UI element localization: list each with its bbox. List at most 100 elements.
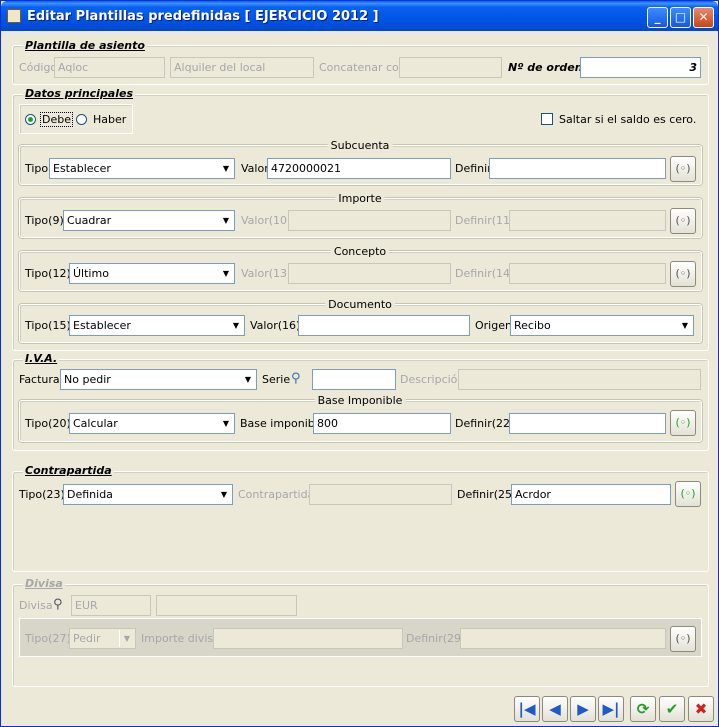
debe-radio[interactable] (25, 114, 36, 125)
concatenar-label: Concatenar con (319, 61, 406, 74)
factura-label: Factura (19, 373, 60, 386)
contra-tipo-select[interactable]: Definida ▼ (63, 484, 233, 505)
cancel-button[interactable]: ✖ (688, 696, 714, 722)
importe-definir-label: Definir(11) (455, 214, 515, 227)
concepto-definir-button[interactable]: (◦) (670, 261, 696, 287)
concepto-valor-field[interactable] (288, 263, 451, 284)
subcuenta-valor-field[interactable]: 4720000021 (267, 158, 451, 179)
contra-definir-label: Definir(25) (457, 488, 517, 501)
contrapartida-field[interactable] (309, 484, 452, 505)
chevron-down-icon[interactable]: ▼ (218, 212, 233, 229)
base-definir-button[interactable]: (◦) (670, 410, 696, 436)
function-icon: (◦) (675, 214, 691, 227)
documento-tipo-value: Establecer (73, 319, 131, 332)
cross-icon: ✖ (694, 700, 708, 718)
chevron-down-icon[interactable]: ▼ (218, 265, 233, 282)
subcuenta-tipo-label: Tipo (25, 162, 49, 175)
serie-field[interactable] (312, 369, 396, 390)
concepto-tipo-value: Último (73, 267, 109, 280)
base-imponible-field[interactable]: 800 (313, 413, 451, 434)
close-button[interactable]: ✕ (693, 7, 714, 28)
last-arrow-icon: ▶| (602, 700, 620, 718)
last-record-button[interactable]: ▶| (598, 696, 624, 722)
chevron-down-icon[interactable]: ▼ (228, 317, 243, 334)
documento-valor-field[interactable] (298, 315, 470, 336)
concepto-valor-label: Valor(13) (241, 267, 292, 280)
function-icon: (◦) (675, 267, 691, 280)
documento-origen-value: Recibo (514, 319, 551, 332)
base-tipo-select[interactable]: Calcular ▼ (69, 413, 235, 434)
magnifier-icon[interactable]: ⚲ (291, 371, 301, 386)
iva-title: I.V.A. (23, 352, 60, 365)
plantilla-title: Plantilla de asiento (23, 39, 147, 52)
chevron-down-icon[interactable]: ▼ (218, 160, 233, 177)
main-window: Editar Plantillas predefinidas [ EJERCIC… (0, 0, 719, 727)
importe-title: Importe (335, 192, 385, 205)
base-definir-field[interactable] (509, 413, 666, 434)
previous-record-button[interactable]: ◀ (542, 696, 568, 722)
maximize-button[interactable]: □ (670, 7, 691, 28)
divisa-desc-field[interactable] (156, 595, 297, 616)
divisa-field[interactable]: EUR (71, 595, 151, 616)
documento-origen-label: Origen (475, 319, 512, 332)
concepto-tipo-label: Tipo(12) (25, 267, 71, 280)
chevron-down-icon[interactable]: ▼ (119, 630, 134, 647)
subcuenta-definir-button[interactable]: (◦) (670, 156, 696, 182)
contra-definir-button[interactable]: (◦) (675, 481, 701, 507)
concepto-tipo-select[interactable]: Último ▼ (69, 263, 235, 284)
first-record-button[interactable]: |◀ (514, 696, 540, 722)
subcuenta-tipo-select[interactable]: Establecer ▼ (49, 158, 235, 179)
subcuenta-tipo-value: Establecer (53, 162, 111, 175)
debe-label[interactable]: Debe (40, 112, 73, 127)
title-bar[interactable]: Editar Plantillas predefinidas [ EJERCIC… (1, 1, 718, 31)
documento-tipo-select[interactable]: Establecer ▼ (69, 315, 245, 336)
window-title: Editar Plantillas predefinidas [ EJERCIC… (27, 9, 379, 24)
concatenar-field[interactable] (399, 57, 502, 78)
divisa-definir-label: Definir(29) (406, 632, 466, 645)
divisa-title: Divisa (23, 577, 65, 590)
divisa-definir-field[interactable] (460, 628, 666, 649)
importe-divisa-field[interactable] (213, 628, 403, 649)
importe-tipo-select[interactable]: Cuadrar ▼ (63, 210, 235, 231)
concepto-title: Concepto (330, 245, 390, 258)
haber-radio[interactable] (76, 114, 87, 125)
importe-definir-field[interactable] (509, 210, 666, 231)
descripcion-label: Descripción (400, 373, 465, 386)
descripcion-iva-field[interactable] (458, 369, 701, 390)
divisa-tipo-label: Tipo(27) (25, 632, 71, 645)
accept-button[interactable]: ✔ (659, 696, 685, 722)
divisa-definir-button[interactable]: (◦) (670, 626, 696, 652)
chevron-down-icon[interactable]: ▼ (677, 317, 692, 334)
concepto-definir-field[interactable] (509, 263, 666, 284)
contra-definir-field[interactable]: Acrdor (511, 484, 671, 505)
divisa-tipo-select[interactable]: Pedir ▼ (69, 628, 136, 649)
codigo-label: Código (19, 61, 58, 74)
importe-definir-button[interactable]: (◦) (670, 208, 696, 234)
orden-field[interactable]: 3 (580, 57, 701, 78)
chevron-down-icon[interactable]: ▼ (216, 486, 231, 503)
chevron-down-icon[interactable]: ▼ (240, 371, 255, 388)
chevron-down-icon[interactable]: ▼ (218, 415, 233, 432)
importe-valor-field[interactable] (288, 210, 451, 231)
saltar-checkbox[interactable] (541, 113, 553, 125)
refresh-button[interactable]: ⟳ (630, 696, 656, 722)
documento-title: Documento (325, 298, 395, 311)
factura-value: No pedir (64, 373, 111, 386)
datos-title: Datos principales (23, 87, 136, 100)
codigo-field[interactable]: Aqloc (54, 57, 165, 78)
refresh-icon: ⟳ (636, 700, 650, 718)
documento-origen-select[interactable]: Recibo ▼ (510, 315, 694, 336)
subcuenta-definir-field[interactable] (489, 158, 666, 179)
function-icon: (◦) (675, 632, 691, 645)
haber-label[interactable]: Haber (93, 113, 126, 126)
magnifier-icon[interactable]: ⚲ (53, 597, 63, 612)
divisa-label: Divisa (19, 599, 53, 612)
documento-tipo-label: Tipo(15) (25, 319, 71, 332)
subcuenta-title: Subcuenta (327, 139, 393, 152)
contra-tipo-value: Definida (67, 488, 113, 501)
descripcion-field[interactable]: Alquiler del local (170, 57, 314, 78)
check-icon: ✔ (665, 700, 679, 718)
factura-select[interactable]: No pedir ▼ (60, 369, 257, 390)
next-record-button[interactable]: ▶ (570, 696, 596, 722)
minimize-button[interactable]: _ (647, 7, 668, 28)
